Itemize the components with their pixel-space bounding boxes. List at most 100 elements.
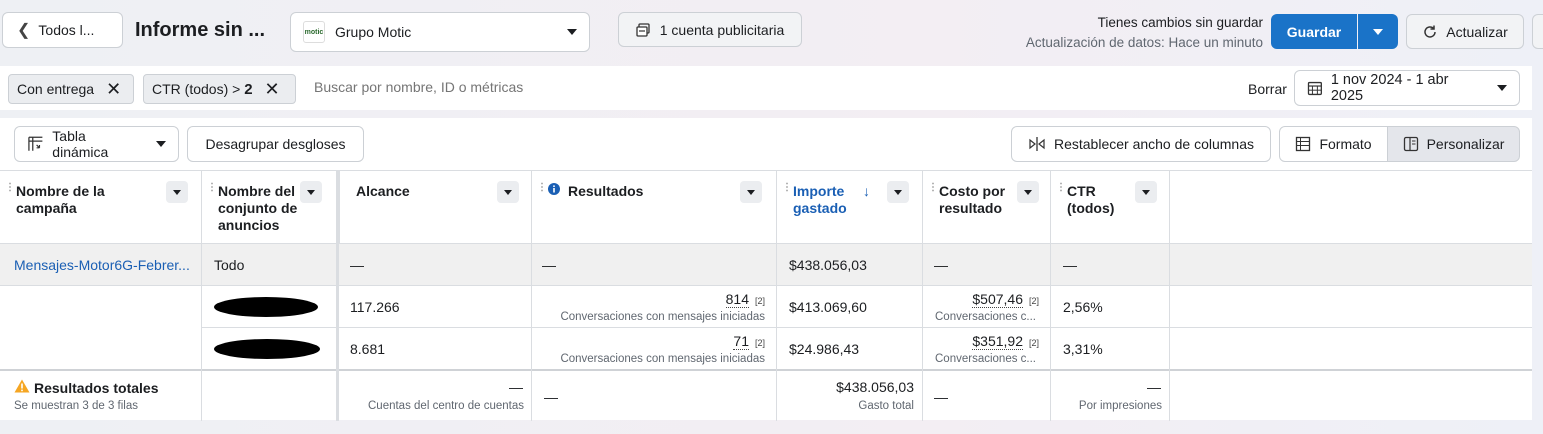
column-header-adset[interactable]: ⋮ Nombre del conjunto de anuncios (202, 171, 337, 243)
close-icon[interactable]: ✕ (106, 80, 121, 98)
spent-cell: $24.986,43 (789, 341, 860, 357)
column-header-cost-per-result[interactable]: ⋮ Costo por resultado (923, 171, 1051, 243)
column-width-icon (1029, 137, 1045, 151)
ad-accounts-label: 1 cuenta publicitaria (659, 21, 785, 38)
column-menu-button[interactable] (166, 181, 188, 203)
info-icon[interactable] (548, 183, 560, 195)
column-divider (776, 243, 777, 421)
results-cell: — (542, 257, 556, 273)
drag-handle-icon[interactable]: ⋮ (782, 183, 792, 193)
format-icon (1296, 136, 1311, 152)
totals-cost-per-result: — (934, 389, 948, 405)
totals-results: — (544, 389, 558, 405)
ad-accounts-button[interactable]: 1 cuenta publicitaria (618, 12, 802, 47)
ungroup-breakdowns-button[interactable]: Desagrupar desgloses (187, 126, 364, 162)
column-menu-button[interactable] (1017, 181, 1039, 203)
save-button[interactable]: Guardar (1271, 14, 1357, 49)
refresh-icon (1424, 25, 1437, 38)
reach-cell: 8.681 (350, 341, 386, 357)
data-table: ⋮ Nombre de la campaña ⋮ Nombre del conj… (0, 170, 1532, 421)
reset-column-width-button[interactable]: Restablecer ancho de columnas (1011, 126, 1271, 162)
pivot-label: Tabla dinámica (52, 128, 109, 160)
column-header-results[interactable]: ⋮ Resultados (532, 171, 777, 243)
report-title[interactable]: Informe sin ... (135, 19, 265, 42)
drag-handle-icon[interactable]: ⋮ (928, 183, 938, 193)
account-logo: motic (303, 21, 325, 43)
drag-handle-icon[interactable]: ⋮ (1056, 183, 1066, 193)
ctr-cell: 2,56% (1063, 299, 1103, 315)
account-select[interactable]: motic Grupo Motic (290, 12, 590, 52)
cost-per-result-cell[interactable]: $507,46 [2] (930, 291, 1039, 308)
format-label: Formato (1319, 136, 1372, 152)
column-header-reach[interactable]: Alcance (337, 171, 532, 243)
redacted-adset-name (214, 339, 320, 359)
drag-handle-icon[interactable]: ⋮ (537, 183, 547, 193)
column-menu-button[interactable] (300, 181, 322, 203)
unsaved-changes-text: Tienes cambios sin guardar (1097, 15, 1263, 30)
campaign-link[interactable]: Mensajes-Motor6G-Febrer... (14, 257, 190, 273)
column-menu-button[interactable] (497, 181, 519, 203)
pivot-table-button[interactable]: Tabla dinámica (14, 126, 179, 162)
totals-ctr-sub: Por impresiones (1078, 400, 1162, 412)
column-divider (1050, 243, 1051, 421)
chevron-down-icon (1497, 85, 1507, 91)
clear-filters-link[interactable]: Borrar (1248, 81, 1287, 97)
adset-cell: Todo (214, 257, 245, 273)
customize-button[interactable]: Personalizar (1387, 126, 1520, 162)
reach-cell: 117.266 (350, 299, 400, 315)
cost-per-result-cell: — (934, 257, 948, 273)
totals-label: Resultados totales (34, 380, 159, 396)
ctr-cell: 3,31% (1063, 341, 1103, 357)
column-menu-button[interactable] (887, 181, 909, 203)
column-header-spent[interactable]: ⋮ Importe gastado ↓ (777, 171, 923, 243)
chevron-down-icon (567, 29, 577, 35)
warning-icon[interactable] (14, 379, 30, 393)
redacted-adset-name (214, 297, 318, 317)
back-button[interactable]: ❮ Todos l... (2, 12, 123, 48)
totals-reach-sub: Cuentas del centro de cuentas (368, 400, 524, 412)
account-name: Grupo Motic (335, 24, 412, 40)
filter-chip-label: Con entrega (17, 81, 95, 97)
format-button[interactable]: Formato (1279, 126, 1388, 162)
cost-result-type: Conversaciones c... (935, 353, 1036, 365)
chevron-down-icon (1142, 189, 1150, 195)
drag-handle-icon[interactable]: ⋮ (207, 183, 217, 193)
cost-per-result-cell[interactable]: $351,92 [2] (930, 333, 1039, 350)
results-type: Conversaciones con mensajes iniciadas (560, 311, 765, 323)
drag-handle-icon[interactable]: ⋮ (5, 183, 15, 193)
filter-chip-ctr[interactable]: CTR (todos) > 2 ✕ (143, 74, 296, 104)
calendar-icon (1307, 81, 1322, 96)
column-divider (1169, 243, 1170, 421)
filter-chip-label: CTR (todos) > 2 (152, 80, 253, 98)
chevron-down-icon (1024, 189, 1032, 195)
results-cell[interactable]: 814 [2] (540, 291, 765, 308)
back-label: Todos l... (38, 22, 95, 38)
chevron-down-icon (156, 141, 166, 147)
customize-icon (1403, 136, 1418, 152)
column-divider (922, 243, 923, 421)
search-input[interactable] (314, 79, 814, 95)
reach-cell: — (350, 257, 364, 273)
refresh-label: Actualizar (1446, 23, 1508, 40)
reset-width-label: Restablecer ancho de columnas (1053, 136, 1254, 152)
chevron-down-icon (307, 189, 315, 195)
chevron-down-icon (173, 189, 181, 195)
row-divider (0, 369, 1532, 371)
chevron-down-icon (504, 189, 512, 195)
totals-spent-sub: Gasto total (858, 400, 914, 412)
pivot-icon (28, 136, 43, 151)
refresh-button[interactable]: Actualizar (1406, 14, 1524, 49)
save-options-button[interactable] (1358, 14, 1398, 49)
close-icon[interactable]: ✕ (265, 80, 280, 98)
column-menu-button[interactable] (1135, 181, 1157, 203)
filter-chip-delivery[interactable]: Con entrega ✕ (8, 74, 134, 104)
results-cell[interactable]: 71 [2] (540, 333, 765, 350)
column-menu-button[interactable] (740, 181, 762, 203)
data-update-text: Actualización de datos: Hace un minuto (1025, 35, 1263, 50)
date-range-picker[interactable]: 1 nov 2024 - 1 abr 2025 (1294, 70, 1520, 106)
column-header-ctr[interactable]: ⋮ CTR (todos) (1051, 171, 1170, 243)
more-button[interactable] (1532, 14, 1543, 49)
row-divider (0, 285, 1532, 286)
column-header-campaign[interactable]: ⋮ Nombre de la campaña (0, 171, 202, 243)
sort-desc-icon[interactable]: ↓ (863, 183, 870, 200)
